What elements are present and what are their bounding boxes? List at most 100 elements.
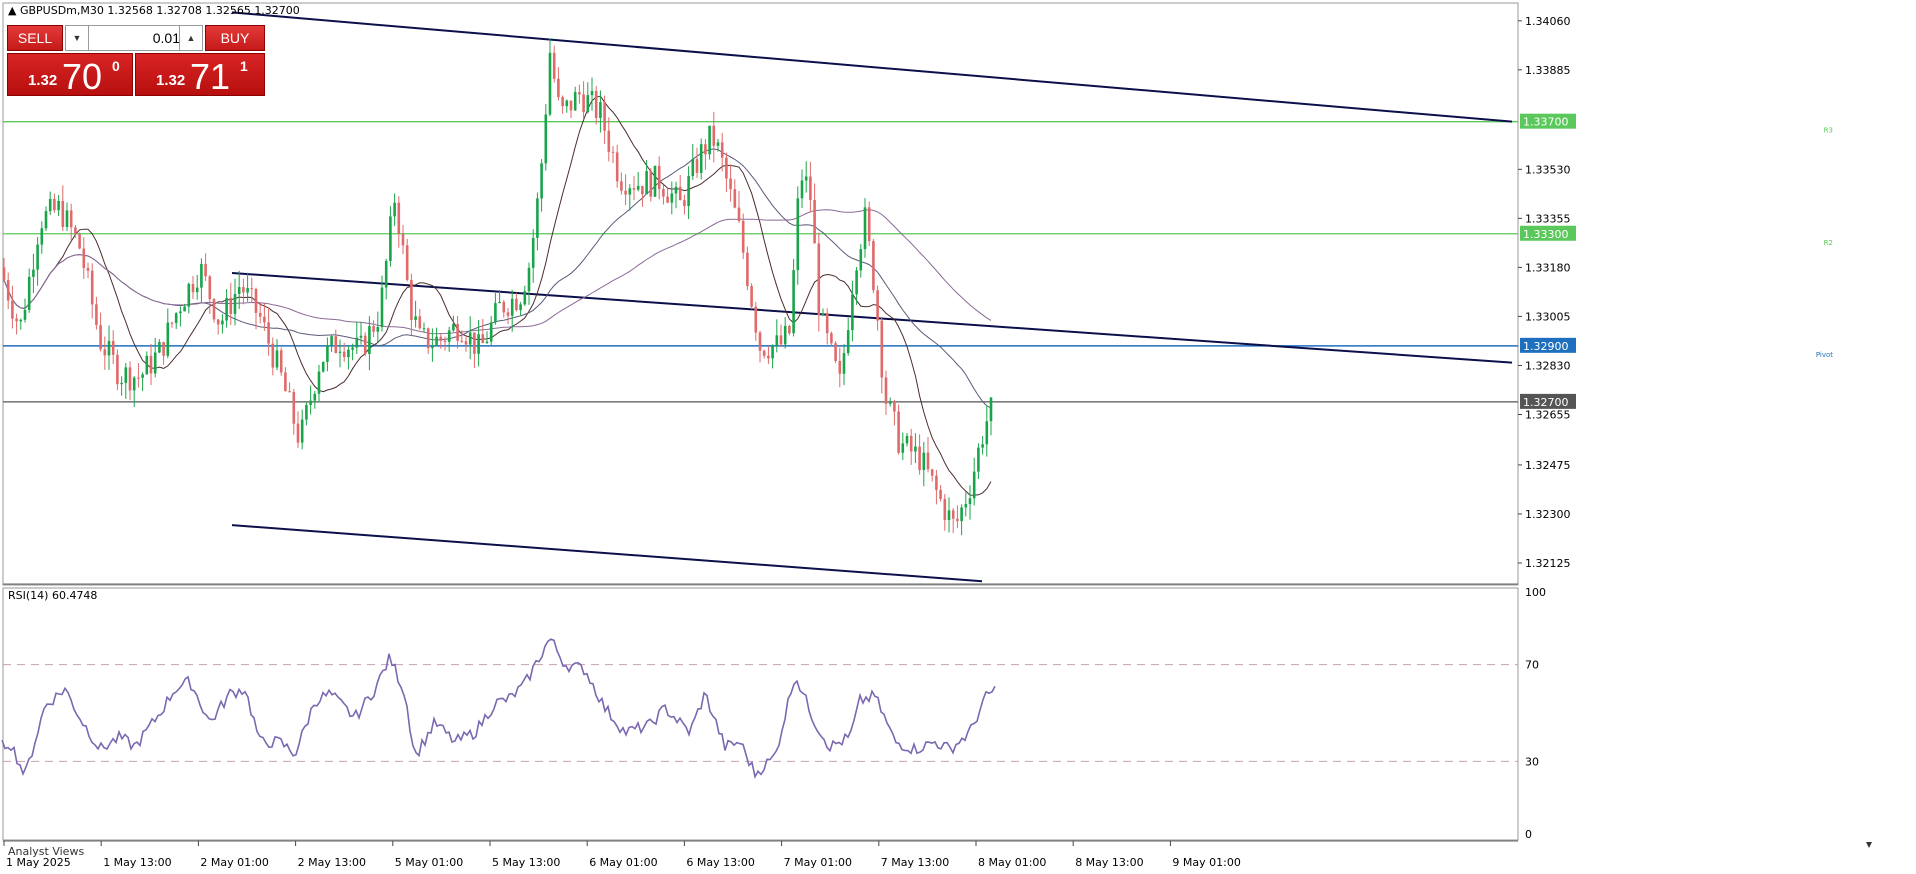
candles <box>2 38 993 536</box>
candle-body <box>565 100 569 107</box>
candle-body <box>519 304 522 311</box>
candle-body <box>708 125 711 155</box>
candle-body <box>494 303 497 323</box>
candle-body <box>267 322 270 344</box>
candle-body <box>611 151 615 153</box>
candle-body <box>901 443 905 453</box>
candle-body <box>204 263 207 277</box>
candle-body <box>678 186 682 201</box>
buy-price-prefix: 1.32 <box>156 72 186 89</box>
price-tick-label: 1.34060 <box>1525 15 1571 28</box>
candle-body <box>586 95 590 113</box>
candle-body <box>44 211 48 229</box>
candle-body <box>468 332 472 345</box>
candle-body <box>326 345 329 362</box>
candle-body <box>464 341 468 345</box>
candle-body <box>771 345 774 359</box>
candle-body <box>153 352 157 374</box>
candle-body <box>435 336 438 345</box>
candle-body <box>212 299 216 320</box>
price-tick-label: 1.32655 <box>1525 408 1571 421</box>
sell-price-pips: 70 <box>62 56 103 97</box>
candle-body <box>531 237 535 268</box>
candle-body <box>670 193 674 203</box>
time-tick-label: 7 May 01:00 <box>784 856 852 869</box>
candle-body <box>594 91 598 118</box>
candle-body <box>657 165 661 190</box>
candle-body <box>914 446 917 452</box>
candle-body <box>191 283 195 293</box>
candle-body <box>939 489 942 499</box>
candle-body <box>607 130 611 152</box>
candle-body <box>225 297 228 321</box>
candle-body <box>561 97 564 107</box>
candle-body <box>796 198 800 271</box>
candle-body <box>158 342 161 353</box>
candle-body <box>90 270 94 305</box>
analyst-views-tab[interactable]: Analyst Views <box>8 845 84 858</box>
candle-body <box>943 498 947 520</box>
candle-body <box>397 202 401 234</box>
sell-button[interactable]: SELL <box>7 25 63 51</box>
candle-body <box>200 263 203 288</box>
rsi-tick-label: 100 <box>1525 586 1546 599</box>
candle-body <box>128 367 132 391</box>
candle-body <box>288 391 291 393</box>
candle-body <box>716 142 720 146</box>
candle-body <box>317 371 321 394</box>
trend-channel[interactable] <box>231 11 1513 583</box>
candle-body <box>174 313 178 324</box>
candle-body <box>485 341 489 344</box>
candle-body <box>69 210 73 228</box>
candle-body <box>552 52 556 79</box>
candle-body <box>662 189 665 197</box>
candle-body <box>897 411 900 453</box>
buy-price-quote[interactable]: 1.32 71 1 <box>135 53 265 97</box>
candle-body <box>422 328 426 330</box>
candle-body <box>447 330 451 342</box>
candle-body <box>502 301 506 313</box>
candle-body <box>884 377 888 404</box>
candle-body <box>279 350 283 373</box>
candle-body <box>578 92 581 95</box>
level-name-r3: R3 <box>1824 127 1833 135</box>
price-tick-label: 1.32830 <box>1525 359 1571 372</box>
candle-body <box>65 210 69 227</box>
candle-body <box>124 367 128 383</box>
candle-body <box>338 351 342 353</box>
price-tick-label: 1.32300 <box>1525 508 1571 521</box>
lot-decrease-icon[interactable]: ▼ <box>66 26 89 50</box>
candle-body <box>653 165 657 197</box>
price-tick-label: 1.33530 <box>1525 163 1571 176</box>
candle-body <box>603 102 606 131</box>
candle-body <box>557 78 560 98</box>
candle-body <box>792 270 795 334</box>
lot-increase-icon[interactable]: ▲ <box>179 26 202 50</box>
price-tick-label: 1.32475 <box>1525 459 1571 472</box>
candle-body <box>590 91 594 96</box>
candle-body <box>355 337 359 348</box>
price-axis: 1.34060 1.33885 1.33530 1.33355 1.33180 1.330… <box>1518 15 1571 570</box>
candle-body <box>120 382 123 385</box>
candle-body <box>334 336 338 353</box>
chart-shift-marker-icon[interactable] <box>1866 842 1872 848</box>
candle-body <box>107 340 111 356</box>
candle-body <box>410 280 413 320</box>
rsi-pane: 100 70 30 0 <box>1 586 1546 841</box>
sell-price-quote[interactable]: 1.32 70 0 <box>7 53 133 97</box>
candle-body <box>53 199 56 211</box>
buy-button[interactable]: BUY <box>205 25 265 51</box>
candle-body <box>645 171 648 195</box>
candle-body <box>872 241 875 291</box>
candle-body <box>863 207 867 250</box>
candle-body <box>699 144 703 173</box>
candle-body <box>649 171 653 197</box>
candle-body <box>624 190 627 195</box>
candle-body <box>695 159 699 173</box>
candle-body <box>221 320 224 325</box>
candle-body <box>103 349 107 356</box>
lot-size-input[interactable] <box>90 27 182 49</box>
chart-canvas[interactable]: R3R2Pivot 1.340601.338851.335301.333551.… <box>0 0 1916 874</box>
candle-body <box>758 332 762 351</box>
candle-body <box>460 340 464 342</box>
